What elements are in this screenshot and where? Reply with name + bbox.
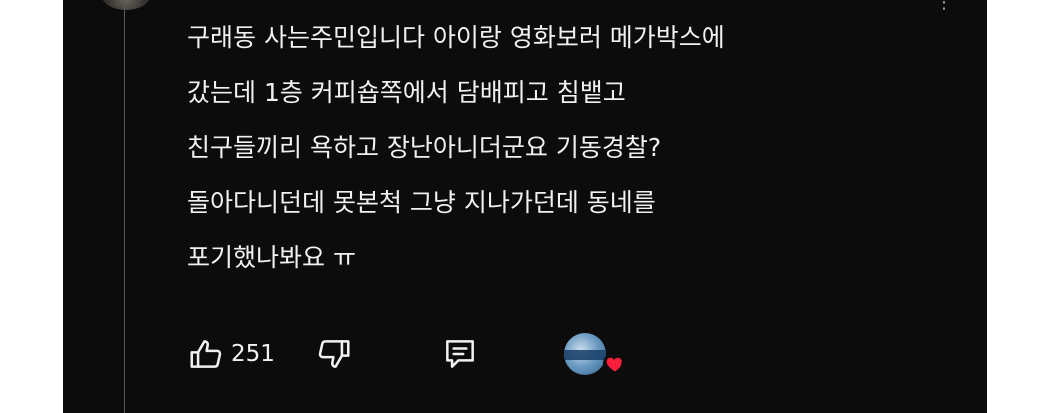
thumbs-down-icon xyxy=(318,340,350,368)
comment-line: 포기했나봐요 ㅠ xyxy=(187,243,356,272)
thread-line xyxy=(124,0,125,413)
comment-line: 친구들끼리 욕하고 장난아니더군요 기동경찰? xyxy=(187,133,662,162)
creator-heart-badge xyxy=(603,352,627,376)
thumbs-up-icon xyxy=(190,340,222,368)
comment-line: 구래동 사는주민입니다 아이랑 영화보러 메가박스에 xyxy=(187,23,725,52)
like-button[interactable] xyxy=(187,335,225,373)
comment-line: 갔는데 1층 커피숍쪽에서 담배피고 침뱉고 xyxy=(187,78,626,107)
comment-actions: 251 xyxy=(187,326,606,382)
more-options-icon[interactable]: ⋮ xyxy=(935,0,953,13)
dislike-button[interactable] xyxy=(315,335,353,373)
like-count: 251 xyxy=(231,341,275,367)
comment-text: 구래동 사는주민입니다 아이랑 영화보러 메가박스에 갔는데 1층 커피숍쪽에서… xyxy=(187,10,725,285)
comment-panel: ⋮ 구래동 사는주민입니다 아이랑 영화보러 메가박스에 갔는데 1층 커피숍쪽… xyxy=(63,0,987,413)
creator-avatar xyxy=(563,333,606,375)
heart-icon xyxy=(606,357,622,372)
parent-avatar[interactable] xyxy=(101,0,151,10)
reply-button[interactable] xyxy=(441,335,479,373)
comment-line: 돌아다니던데 못본척 그냥 지나가던데 동네를 xyxy=(187,188,656,217)
comment-icon xyxy=(445,340,474,368)
